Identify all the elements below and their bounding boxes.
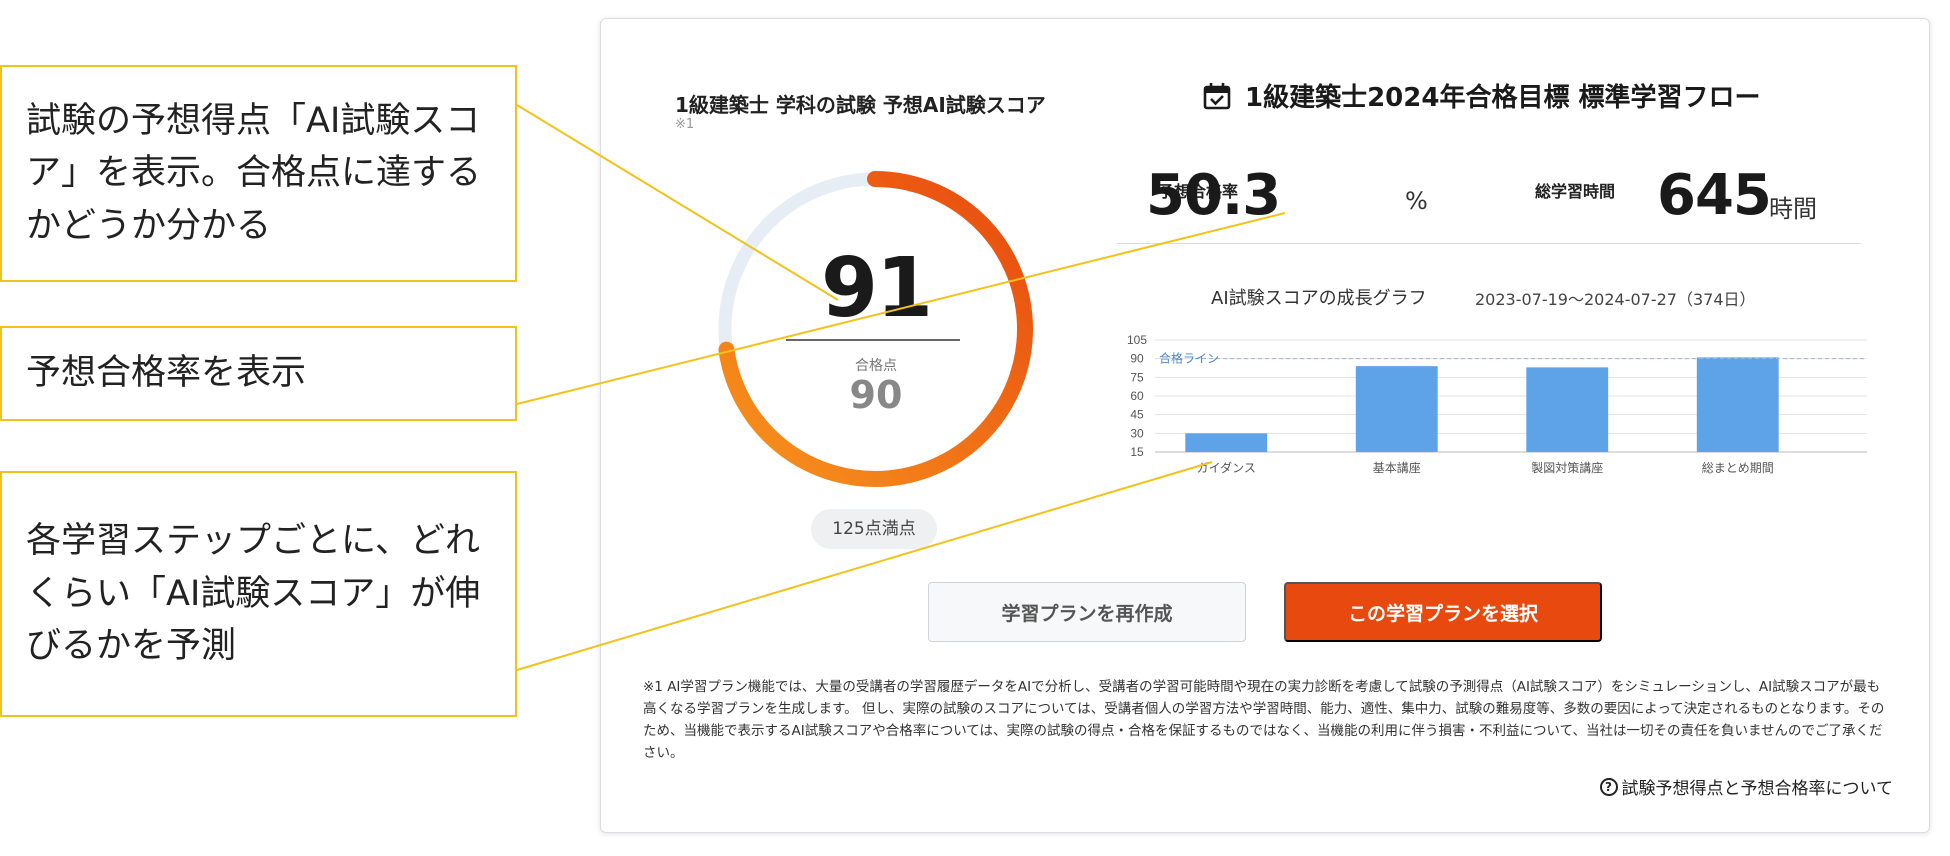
score-note-mark: ※1 xyxy=(675,117,695,132)
callout-ai-score: 試験の予想得点「AI試験スコア」を表示。合格点に達するかどうか分かる xyxy=(0,65,517,282)
chart-bar xyxy=(1526,367,1609,452)
chart-y-tick-label: 30 xyxy=(1130,426,1144,440)
question-circle-icon: ? xyxy=(1599,777,1618,796)
callout-ai-score-text: 試験の予想得点「AI試験スコア」を表示。合格点に達するかどうか分かる xyxy=(26,100,482,246)
score-panel-title: 1級建築士 学科の試験 予想AI試験スコア xyxy=(675,93,1046,117)
stats-divider xyxy=(1117,243,1861,244)
full-score-badge: 125点満点 xyxy=(811,509,937,549)
select-plan-button[interactable]: この学習プランを選択 xyxy=(1284,582,1602,642)
score-help-link[interactable]: ? 試験予想得点と予想合格率について xyxy=(1571,774,1893,799)
calendar-check-icon xyxy=(1203,82,1231,109)
chart-pass-line-label: 合格ライン xyxy=(1159,351,1219,366)
pass-score-value: 90 xyxy=(849,373,903,417)
chart-y-tick-label: 60 xyxy=(1130,389,1144,403)
growth-graph-range: 2023-07-19～2024-07-27（374日） xyxy=(1475,290,1756,309)
chart-bar xyxy=(1696,357,1779,452)
growth-graph-title: AI試験スコアの成長グラフ xyxy=(1211,288,1427,309)
study-hours-value: 645 xyxy=(1657,163,1772,228)
flow-title: 1級建築士2024年合格目標 標準学習フロー xyxy=(1245,83,1761,113)
chart-y-tick-label: 105 xyxy=(1127,334,1147,347)
flow-header: 1級建築士2024年合格目標 標準学習フロー xyxy=(1201,77,1761,114)
study-hours-label: 総学習時間 xyxy=(1535,182,1616,201)
chart-y-tick-label: 45 xyxy=(1130,408,1144,422)
chart-bar xyxy=(1355,366,1438,452)
study-hours-unit: 時間 xyxy=(1769,195,1817,223)
growth-bar-chart: 15 30 45 60 75 90 105 ガイダンス 基本講座 製図対策講座 総まとめ期間 合格ライ… xyxy=(1127,334,1867,475)
callout-pass-rate-text: 予想合格率を表示 xyxy=(26,353,307,394)
chart-x-tick-label: ガイダンス xyxy=(1197,460,1256,475)
pass-score-label: 合格点 xyxy=(855,358,897,374)
chart-bar xyxy=(1185,433,1268,452)
callout-growth: 各学習ステップごとに、どれくらい「AI試験スコア」が伸びるかを予測 xyxy=(0,471,517,717)
gauge-divider xyxy=(786,339,960,341)
chart-x-tick-label: 製図対策講座 xyxy=(1531,460,1603,475)
study-plan-card: 1級建築士 学科の試験 予想AI試験スコア ※1 91 合格点 90 125点満… xyxy=(600,18,1930,833)
callout-pass-rate: 予想合格率を表示 xyxy=(0,326,517,421)
ai-score-value: 91 xyxy=(820,241,933,336)
callout-growth-text: 各学習ステップごとに、どれくらい「AI試験スコア」が伸びるかを予測 xyxy=(26,521,481,667)
recreate-plan-button[interactable]: 学習プランを再作成 xyxy=(928,582,1246,642)
disclaimer-text: ※1 AI学習プラン機能では、大量の受講者の学習履歴データをAIで分析し、受講者… xyxy=(643,679,1885,761)
pass-rate-value: 50.3 xyxy=(1146,163,1281,228)
score-help-link-label: 試験予想得点と予想合格率について xyxy=(1621,779,1894,799)
chart-y-tick-label: 75 xyxy=(1130,370,1144,384)
chart-y-tick-label: 15 xyxy=(1130,445,1144,459)
chart-y-tick-label: 90 xyxy=(1130,352,1144,366)
chart-x-tick-label: 総まとめ期間 xyxy=(1702,461,1774,475)
pass-rate-unit: % xyxy=(1405,187,1428,215)
chart-x-tick-label: 基本講座 xyxy=(1373,460,1421,475)
